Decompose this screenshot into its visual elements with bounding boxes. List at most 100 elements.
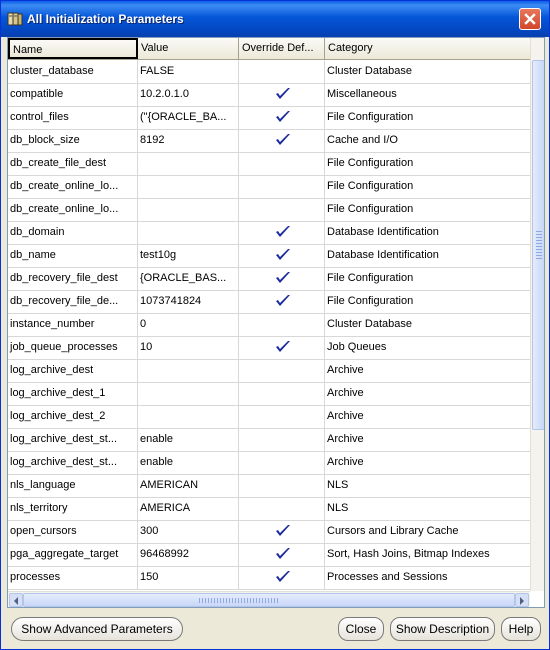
cell-category[interactable]: Cluster Database bbox=[325, 60, 530, 83]
cell-value[interactable]: 1073741824 bbox=[138, 290, 239, 313]
column-header-override[interactable]: Override Def... bbox=[239, 38, 325, 59]
table-row[interactable]: log_archive_dest_st... enable Archive bbox=[8, 428, 530, 452]
vertical-scrollbar[interactable] bbox=[530, 38, 544, 591]
scroll-right-button[interactable] bbox=[515, 593, 529, 607]
cell-name[interactable]: open_cursors bbox=[8, 520, 138, 543]
cell-override[interactable] bbox=[239, 520, 325, 543]
cell-value[interactable] bbox=[138, 405, 239, 428]
cell-override[interactable] bbox=[239, 60, 325, 83]
cell-category[interactable]: Database Identification bbox=[325, 244, 530, 267]
cell-value[interactable]: 300 bbox=[138, 520, 239, 543]
cell-override[interactable] bbox=[239, 428, 325, 451]
cell-name[interactable]: pga_aggregate_target bbox=[8, 543, 138, 566]
cell-category[interactable]: Processes and Sessions bbox=[325, 566, 530, 589]
cell-name[interactable]: nls_language bbox=[8, 474, 138, 497]
cell-category[interactable]: File Configuration bbox=[325, 198, 530, 221]
cell-category[interactable]: Sort, Hash Joins, Bitmap Indexes bbox=[325, 543, 530, 566]
cell-category[interactable]: NLS bbox=[325, 474, 530, 497]
cell-value[interactable] bbox=[138, 382, 239, 405]
cell-name[interactable]: db_create_online_lo... bbox=[8, 198, 138, 221]
cell-value[interactable]: ("{ORACLE_BA... bbox=[138, 106, 239, 129]
column-header-value[interactable]: Value bbox=[138, 38, 239, 59]
column-header-category[interactable]: Category bbox=[325, 38, 530, 59]
cell-value[interactable] bbox=[138, 359, 239, 382]
horizontal-scrollbar[interactable] bbox=[8, 591, 530, 607]
cell-category[interactable]: Archive bbox=[325, 359, 530, 382]
cell-name[interactable]: log_archive_dest bbox=[8, 359, 138, 382]
cell-name[interactable]: processes bbox=[8, 566, 138, 589]
cell-name[interactable]: instance_number bbox=[8, 313, 138, 336]
table-row[interactable]: db_create_file_dest File Configuration bbox=[8, 152, 530, 176]
table-row[interactable]: instance_number 0 Cluster Database bbox=[8, 313, 530, 337]
cell-name[interactable]: db_name bbox=[8, 244, 138, 267]
cell-value[interactable]: test10g bbox=[138, 244, 239, 267]
cell-override[interactable] bbox=[239, 359, 325, 382]
table-row[interactable]: db_create_online_lo... File Configuration bbox=[8, 198, 530, 222]
column-header-name[interactable]: Name bbox=[8, 38, 138, 59]
cell-category[interactable]: Archive bbox=[325, 382, 530, 405]
table-row[interactable]: log_archive_dest_1 Archive bbox=[8, 382, 530, 406]
cell-name[interactable]: db_domain bbox=[8, 221, 138, 244]
cell-name[interactable]: cluster_database bbox=[8, 60, 138, 83]
cell-override[interactable] bbox=[239, 382, 325, 405]
close-window-button[interactable] bbox=[519, 8, 541, 30]
cell-override[interactable] bbox=[239, 244, 325, 267]
cell-name[interactable]: log_archive_dest_2 bbox=[8, 405, 138, 428]
cell-value[interactable]: FALSE bbox=[138, 60, 239, 83]
cell-name[interactable]: db_block_size bbox=[8, 129, 138, 152]
cell-value[interactable]: enable bbox=[138, 451, 239, 474]
cell-override[interactable] bbox=[239, 290, 325, 313]
cell-category[interactable]: Archive bbox=[325, 428, 530, 451]
table-row[interactable]: nls_language AMERICAN NLS bbox=[8, 474, 530, 498]
cell-name[interactable]: nls_territory bbox=[8, 497, 138, 520]
table-row[interactable]: db_recovery_file_dest {ORACLE_BAS... File … bbox=[8, 267, 530, 291]
cell-value[interactable]: enable bbox=[138, 428, 239, 451]
cell-override[interactable] bbox=[239, 267, 325, 290]
vertical-scroll-thumb[interactable] bbox=[532, 60, 544, 430]
show-advanced-parameters-button[interactable]: Show Advanced Parameters bbox=[11, 617, 183, 641]
table-row[interactable]: db_create_online_lo... File Configuration bbox=[8, 175, 530, 199]
show-description-button[interactable]: Show Description bbox=[390, 617, 495, 641]
cell-category[interactable]: Miscellaneous bbox=[325, 83, 530, 106]
cell-override[interactable] bbox=[239, 451, 325, 474]
cell-override[interactable] bbox=[239, 336, 325, 359]
cell-name[interactable]: db_recovery_file_dest bbox=[8, 267, 138, 290]
title-bar[interactable]: All Initialization Parameters bbox=[1, 1, 549, 37]
cell-category[interactable]: File Configuration bbox=[325, 290, 530, 313]
horizontal-scroll-thumb[interactable] bbox=[23, 593, 515, 607]
cell-name[interactable]: log_archive_dest_st... bbox=[8, 428, 138, 451]
cell-value[interactable]: 10.2.0.1.0 bbox=[138, 83, 239, 106]
help-button[interactable]: Help bbox=[501, 617, 541, 641]
table-row[interactable]: control_files ("{ORACLE_BA... File Configu… bbox=[8, 106, 530, 130]
cell-override[interactable] bbox=[239, 221, 325, 244]
cell-value[interactable] bbox=[138, 198, 239, 221]
cell-override[interactable] bbox=[239, 497, 325, 520]
cell-name[interactable]: log_archive_dest_1 bbox=[8, 382, 138, 405]
cell-override[interactable] bbox=[239, 198, 325, 221]
cell-value[interactable]: AMERICAN bbox=[138, 474, 239, 497]
cell-value[interactable] bbox=[138, 152, 239, 175]
cell-override[interactable] bbox=[239, 152, 325, 175]
cell-category[interactable]: Job Queues bbox=[325, 336, 530, 359]
cell-category[interactable]: File Configuration bbox=[325, 106, 530, 129]
cell-category[interactable]: Cluster Database bbox=[325, 313, 530, 336]
cell-name[interactable]: db_recovery_file_de... bbox=[8, 290, 138, 313]
cell-value[interactable] bbox=[138, 221, 239, 244]
cell-category[interactable]: NLS bbox=[325, 497, 530, 520]
cell-value[interactable]: 0 bbox=[138, 313, 239, 336]
table-row[interactable]: log_archive_dest Archive bbox=[8, 359, 530, 383]
cell-override[interactable] bbox=[239, 106, 325, 129]
cell-name[interactable]: log_archive_dest_st... bbox=[8, 451, 138, 474]
cell-name[interactable]: db_create_file_dest bbox=[8, 152, 138, 175]
close-button[interactable]: Close bbox=[338, 617, 384, 641]
table-row[interactable]: db_name test10g Database Identification bbox=[8, 244, 530, 268]
cell-value[interactable]: AMERICA bbox=[138, 497, 239, 520]
cell-category[interactable]: Cursors and Library Cache bbox=[325, 520, 530, 543]
cell-value[interactable]: {ORACLE_BAS... bbox=[138, 267, 239, 290]
cell-value[interactable]: 10 bbox=[138, 336, 239, 359]
cell-name[interactable]: job_queue_processes bbox=[8, 336, 138, 359]
cell-value[interactable]: 150 bbox=[138, 566, 239, 589]
cell-category[interactable]: File Configuration bbox=[325, 175, 530, 198]
cell-override[interactable] bbox=[239, 405, 325, 428]
cell-name[interactable]: db_create_online_lo... bbox=[8, 175, 138, 198]
